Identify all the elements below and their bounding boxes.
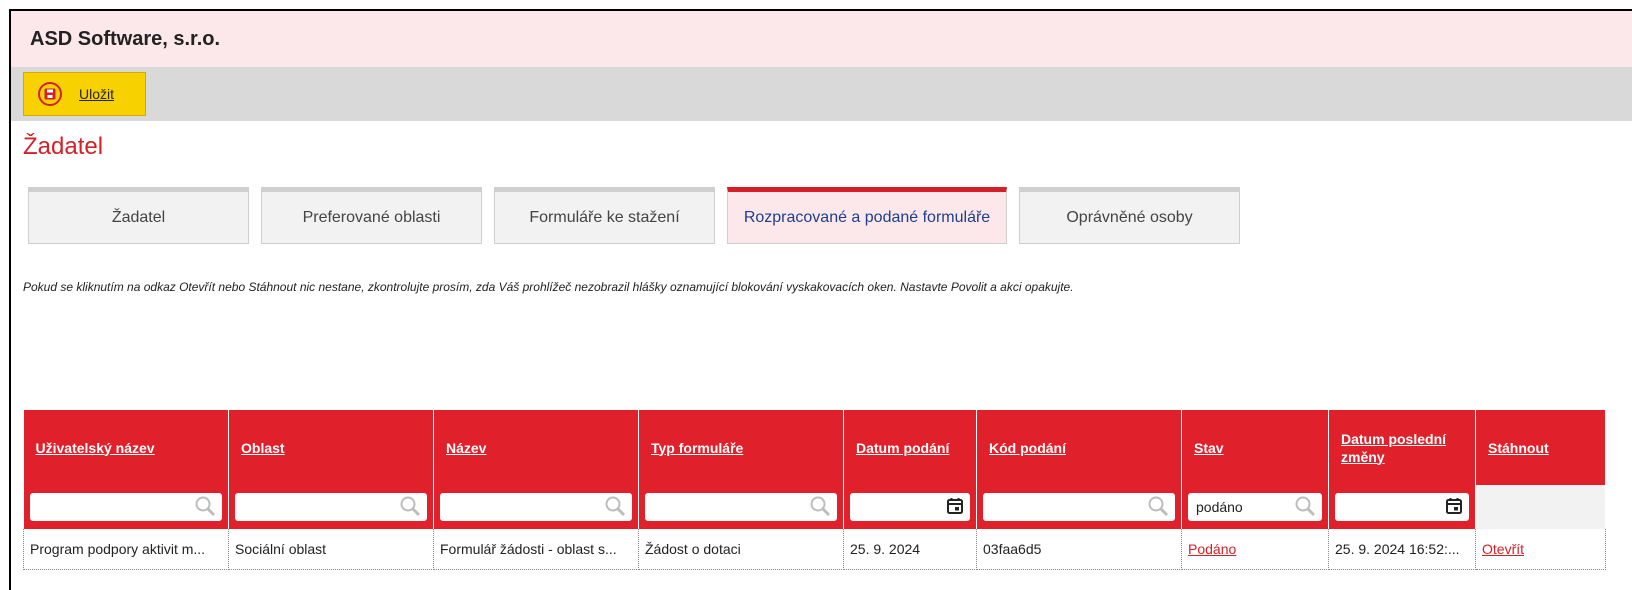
cell-uzivatelsky-nazev: Program podpory aktivit m... [23,529,229,570]
search-icon [1147,495,1169,520]
tab-label: Oprávněné osoby [1066,208,1193,226]
filter-datum-podani-input[interactable] [849,492,971,522]
open-link[interactable]: Otevřít [1482,541,1524,557]
table-header-row: Uživatelský název Oblast Název Typ formu… [23,410,1606,485]
filter-cell [638,485,844,529]
status-link[interactable]: Podáno [1188,541,1236,557]
cell-datum-podani: 25. 9. 2024 [843,529,977,570]
tab-zadatel[interactable]: Žadatel [28,187,249,244]
filter-cell [433,485,639,529]
popup-blocker-notice: Pokud se kliknutím na odkaz Otevřít nebo… [23,280,1074,294]
cell-stahnout: Otevřít [1475,529,1606,570]
column-header-stav[interactable]: Stav [1181,410,1329,485]
search-icon [194,495,216,520]
save-button-label: Uložit [79,86,115,102]
tab-label: Formuláře ke stažení [529,208,680,226]
cell-typ-formulare: Žádost o dotaci [638,529,844,570]
company-name: ASD Software, s.r.o. [30,27,221,50]
cell-oblast: Sociální oblast [228,529,434,570]
filter-row: podáno [23,485,1606,529]
filter-stav-input[interactable]: podáno [1187,492,1323,522]
filter-stav-value: podáno [1196,499,1243,515]
page-title: Žadatel [23,133,104,160]
column-header-kod-podani[interactable]: Kód podání [976,410,1182,485]
tab-label: Rozpracované a podané formuláře [743,208,991,226]
column-header-datum-posledni-zmeny[interactable]: Datum poslední změny [1328,410,1476,485]
tab-formulare-ke-stazeni[interactable]: Formuláře ke stažení [494,187,715,244]
search-icon [1294,495,1316,520]
column-header-typ-formulare[interactable]: Typ formuláře [638,410,844,485]
filter-typ-formulare-input[interactable] [644,492,838,522]
tab-preferovane-oblasti[interactable]: Preferované oblasti [261,187,482,244]
table-row[interactable]: Program podpory aktivit m... Sociální ob… [23,529,1606,570]
tab-label: Žadatel [111,208,166,226]
calendar-icon[interactable] [1445,497,1463,518]
calendar-icon[interactable] [946,497,964,518]
tab-rozpracovane-a-podane-formulare[interactable]: Rozpracované a podané formuláře [727,187,1007,244]
search-icon [809,495,831,520]
save-button[interactable]: Uložit [23,72,146,116]
tab-label: Preferované oblasti [302,208,441,226]
toolbar: Uložit [11,67,1632,121]
filter-cell [228,485,434,529]
filter-datum-posledni-zmeny-input[interactable] [1334,492,1470,522]
cell-nazev: Formulář žádosti - oblast s... [433,529,639,570]
save-disk-icon [38,82,62,106]
filter-nazev-input[interactable] [439,492,633,522]
filter-cell [843,485,977,529]
column-header-nazev[interactable]: Název [433,410,639,485]
filter-cell [23,485,229,529]
filter-oblast-input[interactable] [234,492,428,522]
header-bar: ASD Software, s.r.o. [11,11,1632,67]
filter-uzivatelsky-nazev-input[interactable] [28,492,223,522]
cell-kod-podani: 03faa6d5 [976,529,1182,570]
column-header-uzivatelsky-nazev[interactable]: Uživatelský název [23,410,229,485]
filter-cell [1328,485,1476,529]
app-frame: ASD Software, s.r.o. Uložit Žadatel Žada… [9,9,1632,590]
column-header-datum-podani[interactable]: Datum podání [843,410,977,485]
column-header-stahnout[interactable]: Stáhnout [1475,410,1606,485]
search-icon [604,495,626,520]
filter-cell: podáno [1181,485,1329,529]
forms-table: Uživatelský název Oblast Název Typ formu… [23,410,1606,570]
tab-bar: Žadatel Preferované oblasti Formuláře ke… [28,187,1240,244]
tab-opravnene-osoby[interactable]: Oprávněné osoby [1019,187,1240,244]
cell-stav: Podáno [1181,529,1329,570]
filter-cell [976,485,1182,529]
cell-datum-posledni-zmeny: 25. 9. 2024 16:52:... [1328,529,1476,570]
filter-kod-podani-input[interactable] [982,492,1176,522]
filter-cell-empty [1475,485,1606,529]
search-icon [399,495,421,520]
column-header-oblast[interactable]: Oblast [228,410,434,485]
